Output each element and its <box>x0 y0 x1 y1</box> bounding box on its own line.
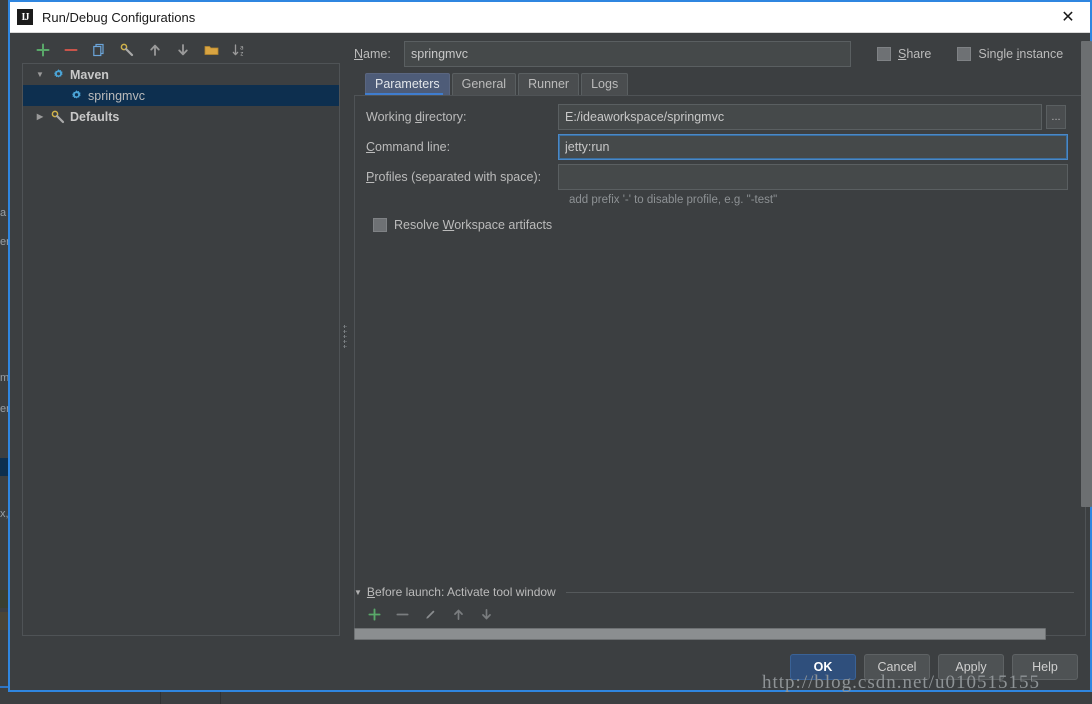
before-launch-header[interactable]: ▼ Before launch: Activate tool window <box>354 584 1074 600</box>
name-row: Name: Share Single instance <box>354 37 1086 71</box>
tree-node-label: Maven <box>70 67 109 82</box>
pane-splitter[interactable] <box>340 37 350 636</box>
single-instance-checkbox[interactable]: Single instance <box>957 47 1063 61</box>
divider <box>565 591 1074 593</box>
checkbox-box <box>877 47 891 61</box>
tab-general[interactable]: General <box>451 73 517 95</box>
profiles-hint: add prefix '-' to disable profile, e.g. … <box>569 194 778 206</box>
scrollbar-thumb[interactable] <box>354 628 1046 640</box>
name-input[interactable] <box>404 41 851 67</box>
checkbox-box <box>373 218 387 232</box>
browse-directory-button[interactable]: ... <box>1046 105 1066 129</box>
run-debug-configurations-dialog: IJ Run/Debug Configurations ✕ a z ▼ Mave… <box>8 0 1092 692</box>
share-checkbox[interactable]: Share <box>877 47 931 61</box>
before-launch-horizontal-scrollbar[interactable] <box>354 628 1074 640</box>
task-move-up-button[interactable] <box>450 606 466 622</box>
resolve-workspace-artifacts-checkbox[interactable]: Resolve Workspace artifacts <box>355 218 1085 232</box>
tree-node-label: Defaults <box>70 109 120 124</box>
copy-configuration-button[interactable] <box>91 42 107 58</box>
help-button[interactable]: Help <box>1012 654 1078 680</box>
close-icon[interactable]: ✕ <box>1046 3 1090 32</box>
apply-button[interactable]: Apply <box>938 654 1004 680</box>
move-down-button[interactable] <box>175 42 191 58</box>
cancel-button[interactable]: Cancel <box>864 654 930 680</box>
add-task-button[interactable] <box>366 606 382 622</box>
working-directory-row: Working directory: ... <box>355 104 1085 130</box>
remove-configuration-button[interactable] <box>63 42 79 58</box>
chevron-down-icon[interactable]: ▼ <box>31 70 49 79</box>
wrench-icon[interactable] <box>119 42 135 58</box>
pencil-icon[interactable] <box>422 606 438 622</box>
profiles-label: Profiles (separated with space): <box>366 170 542 184</box>
maven-gear-icon <box>67 89 85 102</box>
chevron-right-icon[interactable]: ▶ <box>31 112 49 121</box>
profiles-row: Profiles (separated with space): <box>355 164 1085 190</box>
chevron-down-icon[interactable]: ▼ <box>354 588 362 597</box>
working-directory-label: Working directory: <box>366 110 467 124</box>
command-line-row: Command line: <box>355 134 1085 160</box>
tree-node-defaults[interactable]: ▶ Defaults <box>23 106 339 127</box>
working-directory-input[interactable] <box>558 104 1042 130</box>
command-line-label: Command line: <box>366 140 451 154</box>
task-move-down-button[interactable] <box>478 606 494 622</box>
configuration-tabs: Parameters General Runner Logs <box>354 73 1086 95</box>
dialog-body: a z ▼ Maven springmvc ▶ Defaults Name: s… <box>10 33 1092 690</box>
before-launch-title: Before launch: Activate tool window <box>366 585 556 599</box>
tree-node-label: springmvc <box>88 88 145 103</box>
profiles-input[interactable] <box>558 164 1068 190</box>
maven-gear-icon <box>49 68 67 81</box>
add-configuration-button[interactable] <box>35 42 51 58</box>
splitter-grip-icon <box>343 323 347 350</box>
before-launch-toolbar <box>354 606 1074 622</box>
tab-parameters[interactable]: Parameters <box>365 73 450 95</box>
wrench-icon <box>49 110 67 124</box>
tree-toolbar: a z <box>22 37 340 63</box>
name-label: Name: <box>354 47 391 61</box>
editor-vertical-scrollbar[interactable] <box>1081 41 1092 507</box>
single-instance-label: Single instance <box>978 47 1064 61</box>
ok-button[interactable]: OK <box>790 654 856 680</box>
intellij-idea-icon: IJ <box>17 9 33 25</box>
configurations-tree-pane: a z ▼ Maven springmvc ▶ Defaults <box>22 37 340 636</box>
remove-task-button[interactable] <box>394 606 410 622</box>
tree-node-springmvc[interactable]: springmvc <box>23 85 339 106</box>
scrollbar-thumb[interactable] <box>1081 41 1092 507</box>
dialog-title: Run/Debug Configurations <box>42 9 196 25</box>
move-up-button[interactable] <box>147 42 163 58</box>
dialog-button-bar: OK Cancel Apply Help <box>790 654 1078 680</box>
configuration-editor-pane: Name: Share Single instance Parameters G… <box>354 37 1092 636</box>
dialog-titlebar: IJ Run/Debug Configurations ✕ <box>10 2 1090 33</box>
sort-az-icon[interactable]: a z <box>231 42 247 58</box>
command-line-input[interactable] <box>558 134 1068 160</box>
configurations-tree[interactable]: ▼ Maven springmvc ▶ Defaults <box>22 63 340 636</box>
resolve-workspace-artifacts-label: Resolve Workspace artifacts <box>394 218 553 232</box>
folder-icon[interactable] <box>203 42 219 58</box>
svg-text:z: z <box>240 51 244 58</box>
tab-runner[interactable]: Runner <box>518 73 580 95</box>
share-label: Share <box>898 47 932 61</box>
tree-node-maven[interactable]: ▼ Maven <box>23 64 339 85</box>
tab-logs[interactable]: Logs <box>581 73 629 95</box>
checkbox-box <box>957 47 972 61</box>
before-launch-section: ▼ Before launch: Activate tool window <box>354 584 1074 640</box>
parameters-tab-panel: Working directory: ... Command line: Pro… <box>354 95 1086 636</box>
